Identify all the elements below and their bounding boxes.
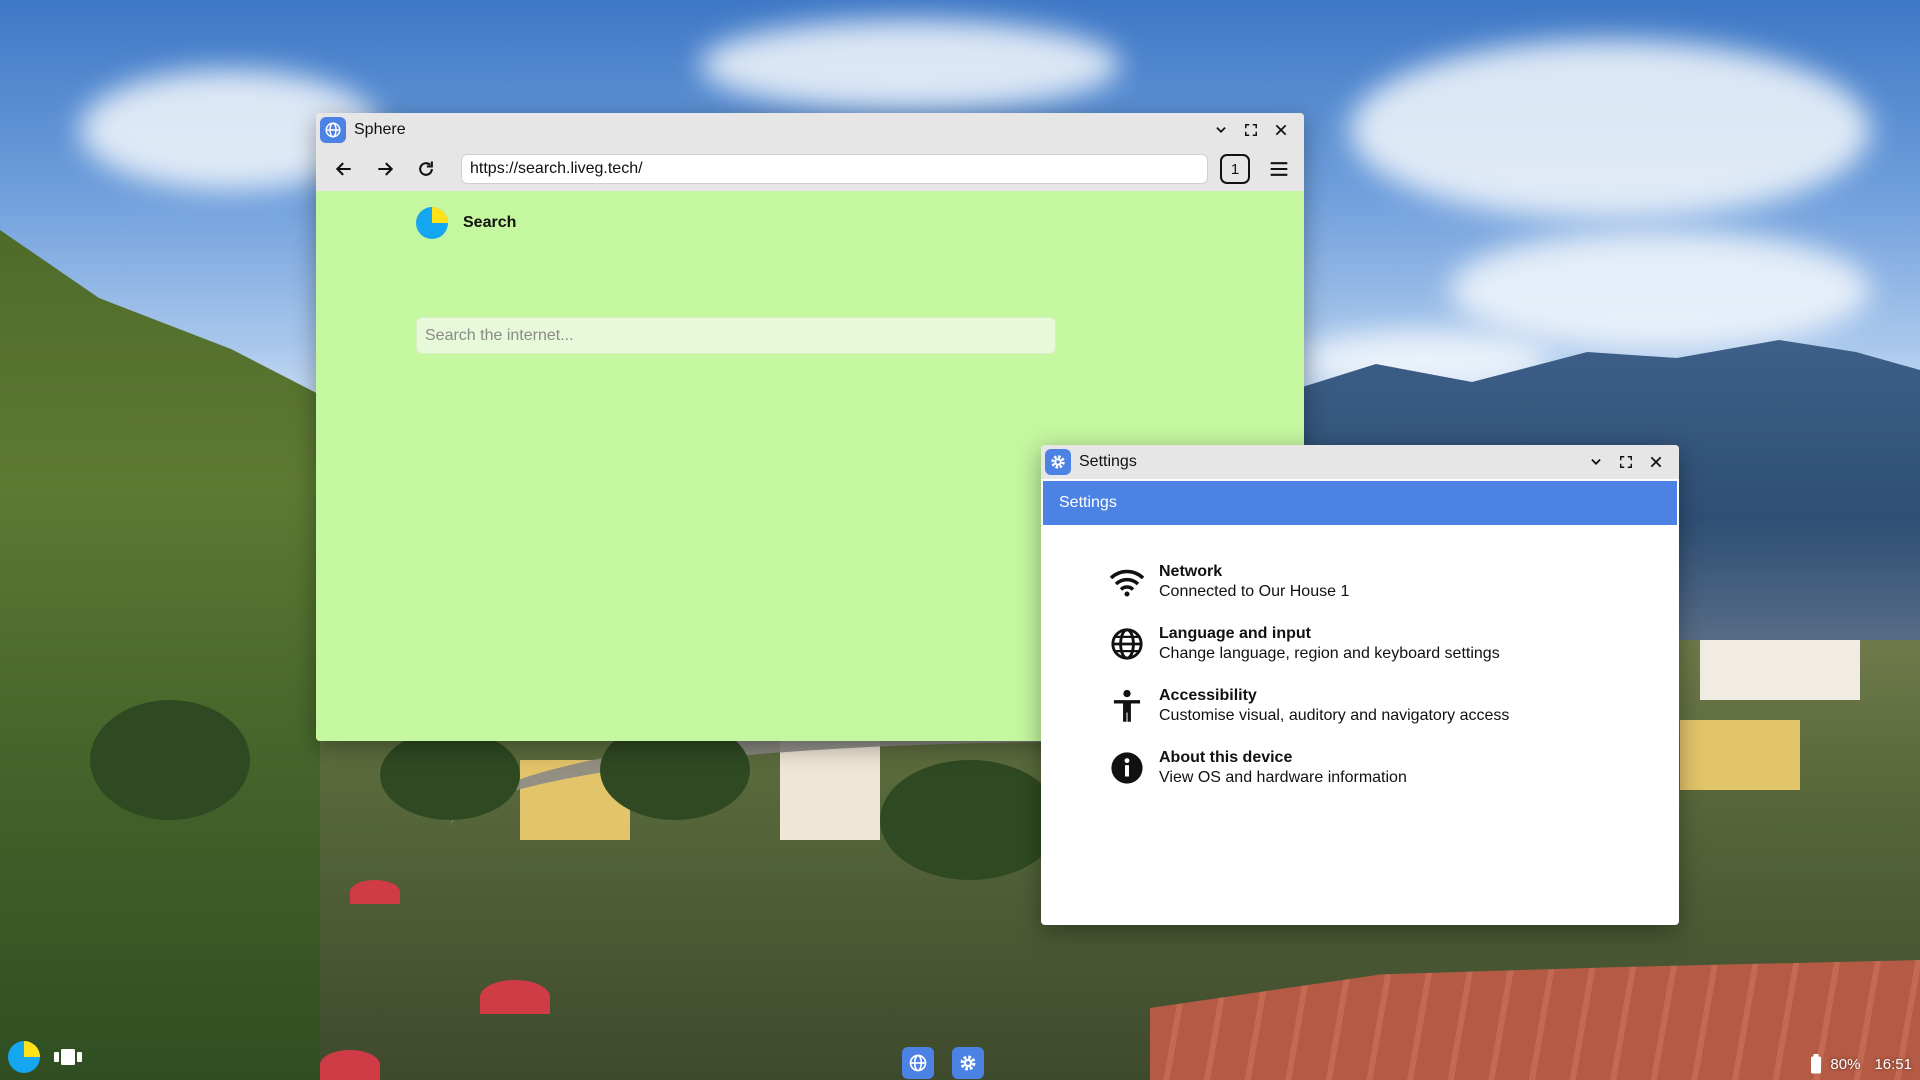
settings-item-accessibility[interactable]: Accessibility Customise visual, auditory… [1041, 675, 1679, 737]
browser-toolbar: https://search.liveg.tech/ 1 [316, 147, 1304, 191]
status-area[interactable]: 80% 16:51 [1810, 1054, 1912, 1074]
minimize-button[interactable] [1581, 447, 1611, 477]
settings-item-network[interactable]: Network Connected to Our House 1 [1041, 551, 1679, 613]
app-switcher-button[interactable] [54, 1047, 82, 1072]
home-button[interactable] [8, 1041, 40, 1078]
settings-item-about[interactable]: About this device View OS and hardware i… [1041, 737, 1679, 799]
brand-label: Search [463, 214, 517, 231]
settings-header: Settings [1043, 481, 1677, 525]
fullscreen-icon [1620, 456, 1632, 468]
browser-titlebar[interactable]: Sphere [316, 113, 1304, 147]
settings-item-title: Accessibility [1159, 687, 1257, 704]
settings-item-title: Language and input [1159, 625, 1311, 642]
close-button[interactable] [1266, 115, 1296, 145]
settings-item-subtitle: Change language, region and keyboard set… [1159, 645, 1500, 662]
liveg-logo-icon [416, 207, 448, 239]
globe-icon [1107, 624, 1147, 664]
battery-icon [1811, 1054, 1822, 1074]
search-placeholder: Search the internet... [425, 326, 574, 344]
close-icon [1275, 124, 1287, 136]
maximize-button[interactable] [1611, 447, 1641, 477]
settings-item-language[interactable]: Language and input Change language, regi… [1041, 613, 1679, 675]
arrow-left-icon [335, 162, 351, 176]
search-brand[interactable]: Search [416, 207, 516, 239]
close-icon [1650, 456, 1662, 468]
settings-item-title: Network [1159, 563, 1223, 580]
reload-icon [419, 161, 433, 176]
fullscreen-icon [1245, 124, 1257, 136]
windows-overview-icon [54, 1049, 82, 1065]
clock: 16:51 [1874, 1055, 1912, 1073]
window-title: Settings [1079, 453, 1137, 470]
settings-titlebar[interactable]: Settings [1041, 445, 1679, 479]
settings-item-title: About this device [1159, 749, 1293, 766]
settings-item-subtitle: View OS and hardware information [1159, 769, 1407, 786]
back-button[interactable] [326, 151, 362, 187]
tabs-button[interactable]: 1 [1220, 154, 1250, 184]
globe-icon [320, 117, 346, 143]
battery-level: 80% [1830, 1055, 1861, 1073]
search-input[interactable]: Search the internet... [416, 317, 1056, 354]
gear-icon [960, 1055, 976, 1071]
info-icon [1107, 748, 1147, 788]
forward-button[interactable] [367, 151, 403, 187]
liveg-logo-icon [8, 1041, 40, 1073]
menu-button[interactable] [1264, 154, 1294, 184]
accessibility-icon [1107, 686, 1147, 726]
globe-icon [909, 1054, 927, 1072]
hamburger-icon [1270, 162, 1288, 176]
close-button[interactable] [1641, 447, 1671, 477]
address-bar[interactable]: https://search.liveg.tech/ [461, 154, 1208, 184]
taskbar: 80% 16:51 [0, 1041, 1920, 1080]
reload-button[interactable] [408, 151, 444, 187]
window-title: Sphere [354, 121, 406, 138]
minimize-button[interactable] [1206, 115, 1236, 145]
settings-item-subtitle: Connected to Our House 1 [1159, 583, 1350, 600]
chevron-down-icon [1216, 127, 1226, 133]
taskbar-app-browser[interactable] [902, 1047, 934, 1079]
settings-item-subtitle: Customise visual, auditory and navigator… [1159, 707, 1510, 724]
taskbar-app-settings[interactable] [952, 1047, 984, 1079]
maximize-button[interactable] [1236, 115, 1266, 145]
gear-icon [1045, 449, 1071, 475]
wifi-icon [1107, 562, 1147, 602]
url-text: https://search.liveg.tech/ [470, 160, 643, 177]
settings-window: Settings Settings Network Connected to O… [1041, 445, 1679, 925]
arrow-right-icon [378, 162, 394, 176]
settings-list: Network Connected to Our House 1 Languag… [1041, 525, 1679, 799]
chevron-down-icon [1591, 459, 1601, 465]
